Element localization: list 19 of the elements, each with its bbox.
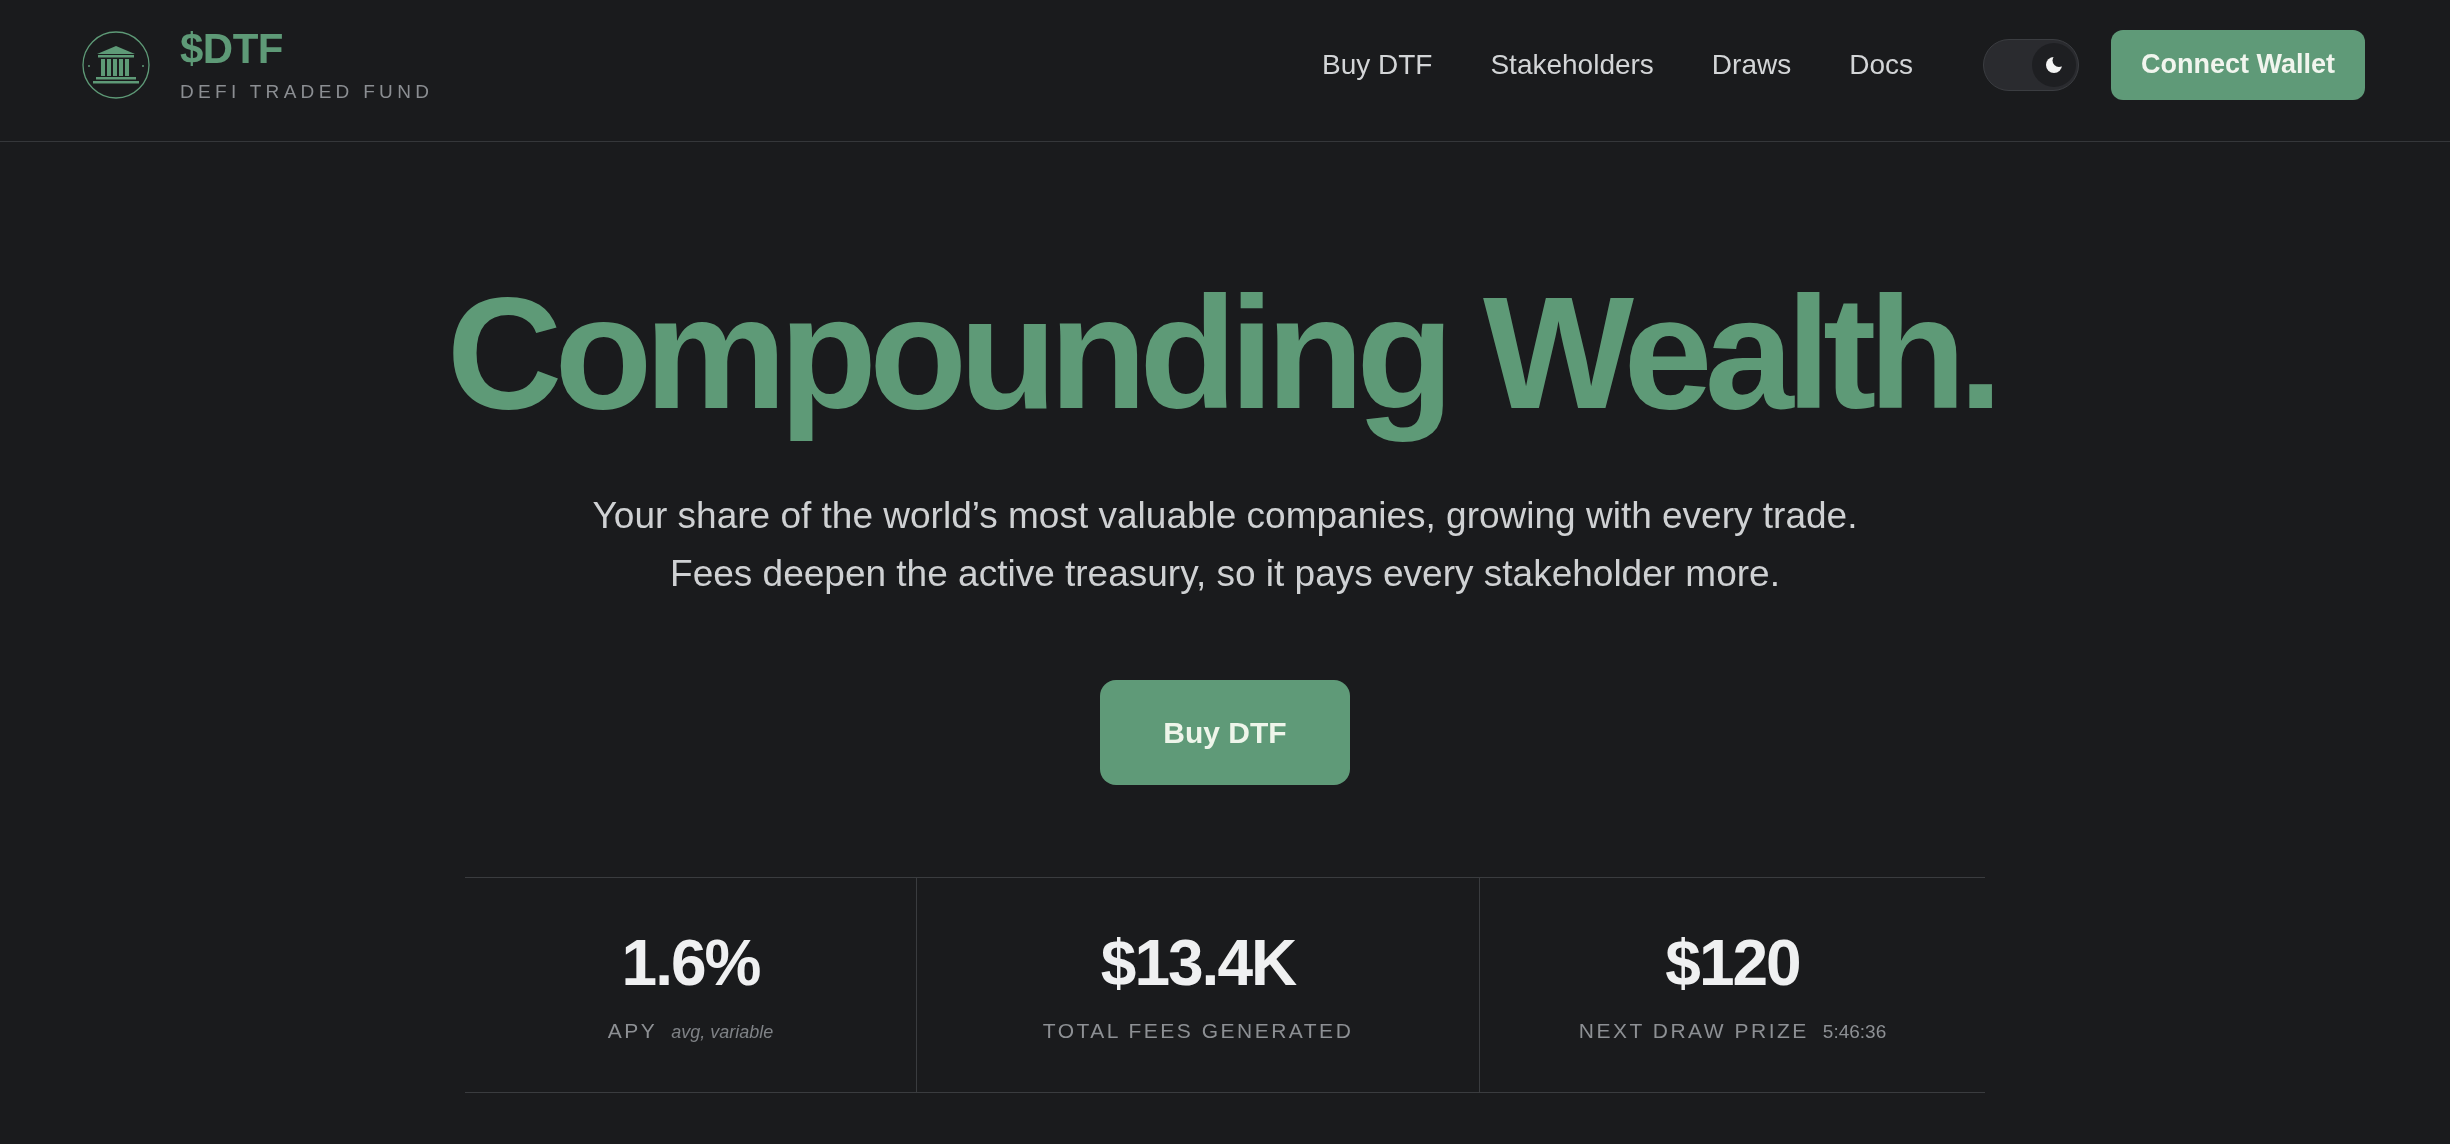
hero-subtitle: Your share of the world’s most valuable companies, growing with every trade. xyxy=(592,494,1858,538)
stat-value: $120 xyxy=(1664,930,1801,996)
stat-note: avg, variable xyxy=(671,1023,774,1041)
brand-tagline: DEFI TRADED FUND xyxy=(180,82,434,101)
hero-subtitle: Fees deepen the active treasury, so it pays every stakeholder more. xyxy=(670,552,1780,596)
building-columns-icon xyxy=(82,30,150,99)
countdown-timer: 5:46:36 xyxy=(1822,1022,1887,1041)
nav-link[interactable]: Buy DTF xyxy=(1321,47,1433,82)
stat-value: $13.4K xyxy=(1099,930,1297,996)
nav-link[interactable]: Draws xyxy=(1711,47,1792,82)
hero-headline: Compounding Wealth. xyxy=(445,262,1997,444)
moon-icon xyxy=(2032,42,2076,87)
stat-label: NEXT DRAW PRIZE xyxy=(1578,1020,1809,1041)
stat-label: APY xyxy=(607,1020,658,1041)
stat-label: TOTAL FEES GENERATED xyxy=(1042,1020,1354,1041)
nav-link[interactable]: Stakeholders xyxy=(1490,47,1654,82)
stat-value: 1.6% xyxy=(620,930,761,996)
brand-name: $DTF xyxy=(180,28,284,70)
nav-link[interactable]: Docs xyxy=(1849,47,1913,82)
